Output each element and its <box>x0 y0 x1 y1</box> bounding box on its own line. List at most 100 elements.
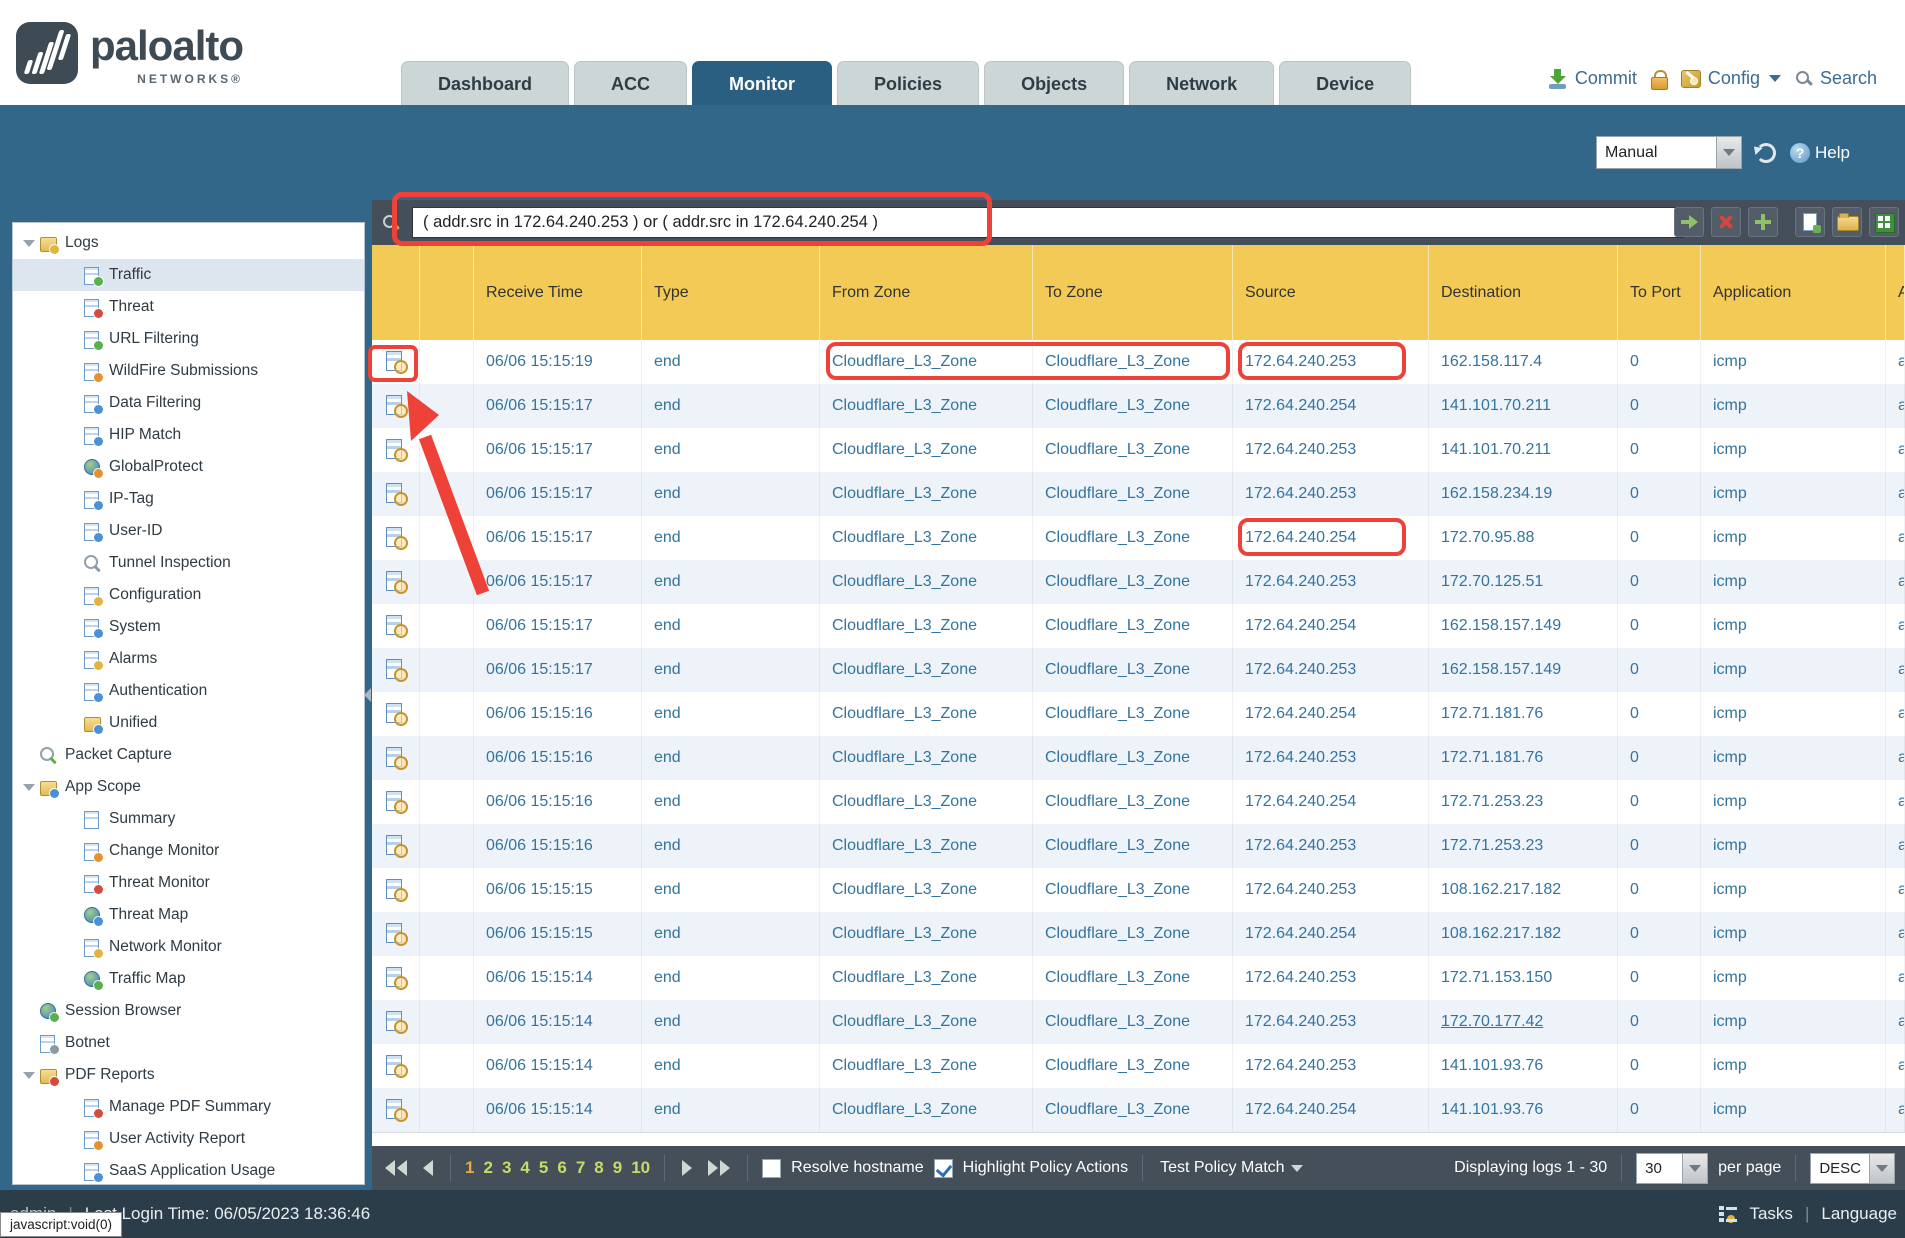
log-detail-magnifier-icon[interactable] <box>385 879 407 901</box>
page-number-1[interactable]: 1 <box>465 1158 474 1178</box>
log-detail-magnifier-icon[interactable] <box>385 1011 407 1033</box>
column-header-source[interactable]: Source <box>1233 245 1429 340</box>
log-detail-magnifier-icon[interactable] <box>385 659 407 681</box>
page-number-6[interactable]: 6 <box>557 1158 566 1178</box>
sidebar-item-ip-tag[interactable]: IP-Tag <box>13 483 364 515</box>
sidebar-item-packet-capture[interactable]: Packet Capture <box>13 739 364 771</box>
column-header-to-port[interactable]: To Port <box>1618 245 1701 340</box>
tab-policies[interactable]: Policies <box>837 61 979 105</box>
log-detail-cell[interactable] <box>372 648 420 692</box>
sidebar-item-threat[interactable]: Threat <box>13 291 364 323</box>
log-detail-cell[interactable] <box>372 472 420 516</box>
tree-expander-icon[interactable] <box>21 235 37 251</box>
log-detail-cell[interactable] <box>372 428 420 472</box>
sidebar-item-configuration[interactable]: Configuration <box>13 579 364 611</box>
refresh-icon[interactable] <box>1756 143 1776 163</box>
sidebar-item-pdf-reports[interactable]: PDF Reports <box>13 1059 364 1091</box>
page-number-9[interactable]: 9 <box>613 1158 622 1178</box>
sidebar-item-change-monitor[interactable]: Change Monitor <box>13 835 364 867</box>
destination-link[interactable]: 172.70.177.42 <box>1441 1013 1543 1030</box>
page-number-7[interactable]: 7 <box>576 1158 585 1178</box>
log-detail-magnifier-icon[interactable] <box>385 747 407 769</box>
refresh-mode-dropdown-button[interactable] <box>1716 136 1742 169</box>
sidebar-item-hip-match[interactable]: HIP Match <box>13 419 364 451</box>
config-menu-button[interactable]: Config <box>1681 68 1781 89</box>
sidebar-item-manage-pdf-summary[interactable]: Manage PDF Summary <box>13 1091 364 1123</box>
sidebar-item-network-monitor[interactable]: Network Monitor <box>13 931 364 963</box>
sidebar-item-user-id[interactable]: User-ID <box>13 515 364 547</box>
sidebar-item-globalprotect[interactable]: GlobalProtect <box>13 451 364 483</box>
tab-objects[interactable]: Objects <box>984 61 1124 105</box>
refresh-mode-dropdown[interactable]: Manual <box>1596 136 1742 169</box>
sidebar-item-alarms[interactable]: Alarms <box>13 643 364 675</box>
page-number-2[interactable]: 2 <box>483 1158 492 1178</box>
language-button[interactable]: Language <box>1821 1204 1897 1224</box>
log-detail-cell[interactable] <box>372 516 420 560</box>
clear-filter-icon[interactable] <box>1711 207 1741 237</box>
sidebar-item-wildfire-submissions[interactable]: WildFire Submissions <box>13 355 364 387</box>
log-detail-magnifier-icon[interactable] <box>385 483 407 505</box>
log-detail-magnifier-icon[interactable] <box>385 923 407 945</box>
log-detail-cell[interactable] <box>372 912 420 956</box>
column-header-action[interactable]: Action <box>1886 245 1905 340</box>
log-detail-magnifier-icon[interactable] <box>385 351 407 373</box>
next-page-button[interactable] <box>679 1160 695 1176</box>
log-detail-cell[interactable] <box>372 692 420 736</box>
log-detail-magnifier-icon[interactable] <box>385 1055 407 1077</box>
column-header-type[interactable]: Type <box>642 245 820 340</box>
page-number-4[interactable]: 4 <box>520 1158 529 1178</box>
highlight-policy-actions-checkbox[interactable] <box>934 1159 953 1178</box>
log-detail-cell[interactable] <box>372 560 420 604</box>
sidebar-item-user-activity-report[interactable]: User Activity Report <box>13 1123 364 1155</box>
log-detail-magnifier-icon[interactable] <box>385 571 407 593</box>
export-logs-icon[interactable] <box>1869 207 1899 237</box>
page-number-8[interactable]: 8 <box>594 1158 603 1178</box>
log-detail-cell[interactable] <box>372 956 420 1000</box>
resolve-hostname-checkbox[interactable] <box>762 1159 781 1178</box>
log-detail-cell[interactable] <box>372 1000 420 1044</box>
sidebar-item-data-filtering[interactable]: Data Filtering <box>13 387 364 419</box>
sidebar-item-tunnel-inspection[interactable]: Tunnel Inspection <box>13 547 364 579</box>
sidebar-item-app-scope[interactable]: App Scope <box>13 771 364 803</box>
sidebar-item-threat-monitor[interactable]: Threat Monitor <box>13 867 364 899</box>
tab-dashboard[interactable]: Dashboard <box>401 61 569 105</box>
tree-expander-icon[interactable] <box>21 779 37 795</box>
filter-query-input[interactable]: ( addr.src in 172.64.240.253 ) or ( addr… <box>412 207 1684 238</box>
log-detail-cell[interactable] <box>372 868 420 912</box>
load-filter-icon[interactable] <box>1832 207 1862 237</box>
sort-order-dropdown-button[interactable] <box>1869 1153 1895 1184</box>
sidebar-item-botnet[interactable]: Botnet <box>13 1027 364 1059</box>
log-detail-magnifier-icon[interactable] <box>385 439 407 461</box>
column-header-from-zone[interactable]: From Zone <box>820 245 1033 340</box>
sidebar-item-unified[interactable]: Unified <box>13 707 364 739</box>
sidebar-item-threat-map[interactable]: Threat Map <box>13 899 364 931</box>
log-detail-magnifier-icon[interactable] <box>385 835 407 857</box>
test-policy-match-button[interactable]: Test Policy Match <box>1157 1159 1305 1177</box>
column-header-to-zone[interactable]: To Zone <box>1033 245 1233 340</box>
sidebar-item-url-filtering[interactable]: URL Filtering <box>13 323 364 355</box>
sort-order-dropdown[interactable]: DESC <box>1810 1153 1895 1184</box>
first-page-button[interactable] <box>382 1160 410 1176</box>
tab-network[interactable]: Network <box>1129 61 1274 105</box>
log-detail-cell[interactable] <box>372 780 420 824</box>
prev-page-button[interactable] <box>420 1160 436 1176</box>
page-number-10[interactable]: 10 <box>631 1158 650 1178</box>
tree-expander-icon[interactable] <box>21 1067 37 1083</box>
log-detail-magnifier-icon[interactable] <box>385 967 407 989</box>
page-number-5[interactable]: 5 <box>539 1158 548 1178</box>
per-page-dropdown-button[interactable] <box>1682 1153 1708 1184</box>
last-page-button[interactable] <box>705 1160 733 1176</box>
log-detail-cell[interactable] <box>372 384 420 428</box>
sidebar-item-authentication[interactable]: Authentication <box>13 675 364 707</box>
tab-acc[interactable]: ACC <box>574 61 687 105</box>
log-detail-cell[interactable] <box>372 824 420 868</box>
sidebar-item-logs[interactable]: Logs <box>13 227 364 259</box>
column-header-application[interactable]: Application <box>1701 245 1886 340</box>
log-detail-magnifier-icon[interactable] <box>385 703 407 725</box>
per-page-dropdown[interactable]: 30 <box>1636 1153 1708 1184</box>
log-detail-magnifier-icon[interactable] <box>385 395 407 417</box>
add-filter-icon[interactable] <box>1748 207 1778 237</box>
commit-button[interactable]: Commit <box>1548 68 1637 89</box>
tab-monitor[interactable]: Monitor <box>692 61 832 105</box>
sidebar-collapse-icon[interactable] <box>364 688 371 702</box>
